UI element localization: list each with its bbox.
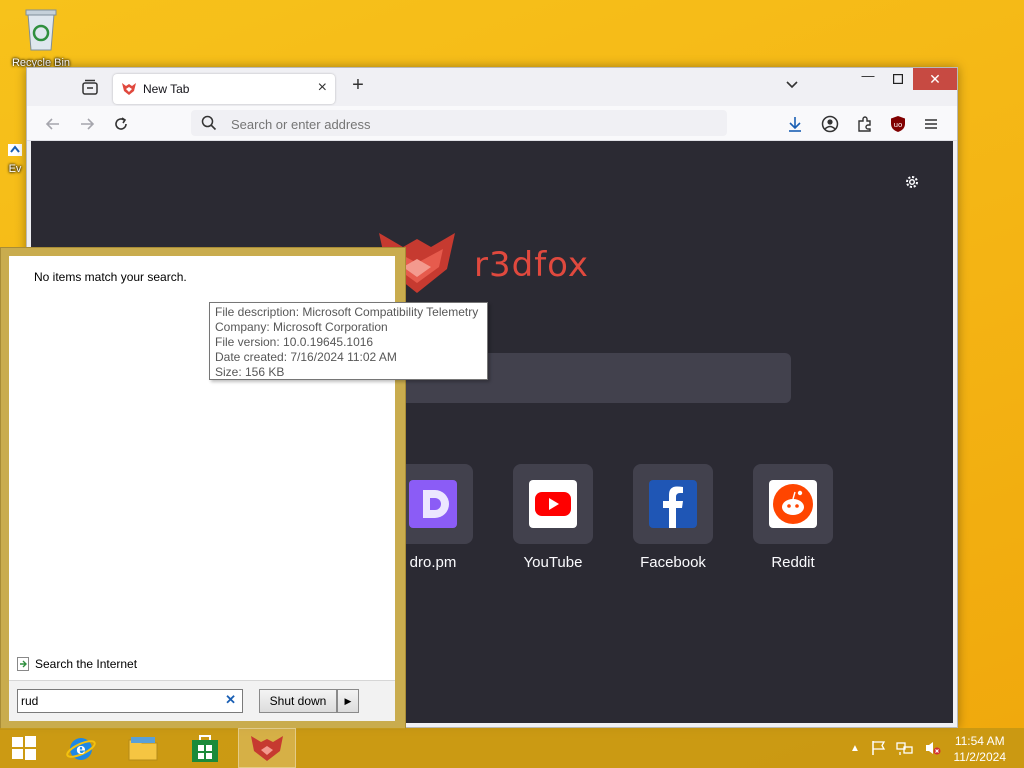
shortcut-tile-youtube[interactable]: YouTube [513, 464, 593, 571]
no-results-message: No items match your search. [34, 270, 187, 284]
search-internet-label: Search the Internet [35, 657, 138, 671]
file-info-tooltip: File description: Microsoft Compatibilit… [209, 302, 488, 380]
address-input[interactable] [229, 113, 713, 135]
tab-title: New Tab [143, 82, 190, 96]
internet-explorer-icon: e [66, 738, 96, 760]
close-window-button[interactable]: ✕ [913, 68, 957, 90]
back-button[interactable] [43, 114, 63, 134]
tab-list-button[interactable] [81, 78, 99, 96]
forward-arrow-icon [81, 118, 95, 130]
svg-text:e: e [76, 740, 86, 758]
shut-down-button[interactable]: Shut down [259, 689, 337, 713]
hamburger-menu-icon [925, 119, 937, 129]
start-search-input[interactable] [21, 692, 201, 709]
action-center-flag-icon[interactable] [870, 740, 886, 756]
store-icon [192, 735, 218, 762]
account-icon [821, 115, 839, 133]
search-icon [201, 115, 217, 136]
page-settings-button[interactable] [903, 173, 921, 196]
puzzle-icon [858, 116, 871, 132]
tooltip-line: File version: 10.0.19645.1016 [215, 335, 374, 349]
svg-text:uo: uo [894, 121, 903, 129]
recycle-bin-icon [6, 6, 76, 55]
search-the-internet-link[interactable]: Search the Internet [17, 657, 137, 671]
reload-button[interactable] [111, 114, 131, 134]
tab-new-tab[interactable]: New Tab × [113, 74, 335, 104]
navigation-toolbar: uo [27, 106, 957, 141]
shortcut-label: YouTube [523, 554, 583, 571]
minimize-button[interactable]: — [853, 68, 883, 90]
shortcut-tile-facebook[interactable]: Facebook [633, 464, 713, 571]
menu-button[interactable] [921, 114, 941, 134]
taskbar-internet-explorer[interactable]: e [52, 728, 110, 768]
facebook-icon [649, 480, 697, 528]
chevron-down-icon [786, 81, 798, 89]
clock-date: 11/2/2024 [953, 750, 1007, 764]
shortcut-label: Reddit [771, 554, 815, 571]
reddit-icon [769, 480, 817, 528]
gear-icon [906, 176, 918, 188]
shield-icon: uo [891, 116, 905, 132]
start-search-box[interactable]: ✕ [17, 689, 243, 713]
new-tab-button[interactable]: + [345, 74, 371, 97]
taskbar-file-explorer[interactable] [114, 728, 172, 768]
tooltip-line: Size: 156 KB [215, 365, 285, 379]
system-tray: ▲ [850, 728, 942, 768]
taskbar: e ▲ 11:54 AM 11/2/2024 [0, 728, 1024, 768]
tooltip-line: Company: Microsoft Corporation [215, 320, 388, 334]
desktop-icon-recycle-bin[interactable]: Recycle Bin [6, 6, 76, 69]
shortcut-label: Facebook [640, 554, 706, 571]
ublock-origin-button[interactable]: uo [888, 114, 908, 134]
r3dfox-favicon-icon [121, 82, 137, 101]
brand-wordmark: r3dfox [474, 245, 590, 285]
shut-down-options-button[interactable]: ▶ [337, 689, 359, 713]
network-icon[interactable] [896, 740, 914, 756]
tooltip-line: File description: Microsoft Compatibilit… [215, 305, 479, 319]
download-icon [789, 117, 801, 132]
back-arrow-icon [45, 118, 59, 130]
dro-pm-icon [409, 480, 457, 528]
r3dfox-icon [251, 736, 283, 761]
clock[interactable]: 11:54 AM 11/2/2024 [954, 733, 1007, 765]
windows-logo-icon [12, 736, 36, 760]
maximize-icon [892, 73, 904, 85]
shortcut-tile-reddit[interactable]: Reddit [753, 464, 833, 571]
folder-icon [128, 737, 158, 761]
youtube-icon [529, 480, 577, 528]
taskbar-r3dfox[interactable] [238, 728, 296, 768]
reload-icon [115, 117, 127, 130]
clear-search-icon[interactable]: ✕ [225, 692, 236, 708]
clock-time: 11:54 AM [954, 734, 1005, 748]
account-button[interactable] [820, 114, 840, 134]
search-internet-icon [17, 657, 29, 671]
show-hidden-icons-button[interactable]: ▲ [850, 743, 860, 754]
address-bar[interactable] [191, 110, 727, 136]
taskbar-store[interactable] [176, 728, 234, 768]
tab-bar: New Tab × + — ✕ [27, 68, 957, 106]
tooltip-line: Date created: 7/16/2024 11:02 AM [215, 350, 397, 364]
maximize-button[interactable] [883, 68, 913, 90]
downloads-button[interactable] [785, 114, 805, 134]
volume-muted-icon[interactable] [924, 740, 942, 756]
forward-button[interactable] [77, 114, 97, 134]
tab-list-icon [82, 79, 98, 95]
close-tab-button[interactable]: × [318, 79, 327, 97]
extensions-button[interactable] [855, 114, 875, 134]
start-button[interactable] [0, 728, 48, 768]
list-all-tabs-button[interactable] [785, 78, 799, 97]
